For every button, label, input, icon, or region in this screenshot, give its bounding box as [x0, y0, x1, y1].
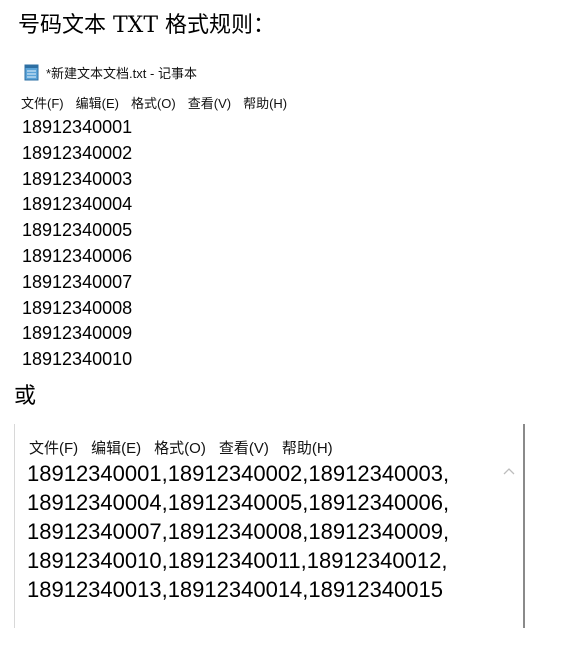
menu-bar: 文件(F) 编辑(E) 格式(O) 查看(V) 帮助(H) — [29, 436, 346, 458]
text-editor-area[interactable]: 18912340001 18912340002 18912340003 1891… — [22, 115, 132, 368]
text-editor-area[interactable]: 18912340001,18912340002,18912340003, 189… — [27, 459, 497, 604]
menu-format[interactable]: 格式(O) — [127, 93, 180, 112]
menu-file[interactable]: 文件(F) — [18, 93, 68, 112]
text-line: 18912340001 — [22, 117, 133, 137]
window-title: *新建文本文档.txt - 记事本 — [46, 65, 197, 81]
text-line: 18912340009 — [22, 323, 133, 344]
notepad-icon — [24, 63, 40, 81]
text-line: 18912340013,18912340014,18912340015 — [27, 577, 443, 602]
text-line: 18912340007 — [22, 271, 133, 292]
menu-edit[interactable]: 编辑(E) — [91, 437, 141, 458]
text-line: 18912340008 — [22, 297, 133, 318]
menu-help[interactable]: 帮助(H) — [282, 437, 333, 458]
menu-help[interactable]: 帮助(H) — [239, 93, 291, 112]
text-line: 18912340007,18912340008,18912340009, — [27, 519, 450, 544]
text-line: 18912340010 — [22, 349, 133, 368]
menu-format[interactable]: 格式(O) — [154, 437, 206, 458]
menu-edit[interactable]: 编辑(E) — [72, 93, 123, 112]
title-bar[interactable]: *新建文本文档.txt - 记事本 — [18, 56, 330, 88]
or-label: 或 — [14, 384, 37, 409]
page-heading: 号码文本 TXT 格式规则： — [18, 13, 275, 38]
text-line: 18912340003 — [22, 168, 133, 189]
text-line: 18912340001,18912340002,18912340003, — [27, 461, 450, 486]
menu-file[interactable]: 文件(F) — [29, 437, 78, 458]
text-line: 18912340002 — [22, 142, 133, 163]
menu-view[interactable]: 查看(V) — [219, 437, 269, 458]
notepad-window-one-number-per-line: *新建文本文档.txt - 记事本 文件(F) 编辑(E) 格式(O) 查看(V… — [18, 56, 330, 368]
text-line: 18912340005 — [22, 220, 133, 241]
text-line: 18912340006 — [22, 245, 133, 266]
text-line: 18912340004,18912340005,18912340006, — [27, 490, 450, 515]
menu-view[interactable]: 查看(V) — [184, 93, 235, 112]
notepad-window-comma-separated: 文件(F) 编辑(E) 格式(O) 查看(V) 帮助(H) 1891234000… — [14, 424, 525, 628]
text-line: 18912340010,18912340011,18912340012, — [27, 548, 448, 573]
chevron-up-icon[interactable] — [501, 464, 517, 478]
menu-bar: 文件(F) 编辑(E) 格式(O) 查看(V) 帮助(H) — [18, 92, 295, 112]
text-line: 18912340004 — [22, 194, 133, 215]
